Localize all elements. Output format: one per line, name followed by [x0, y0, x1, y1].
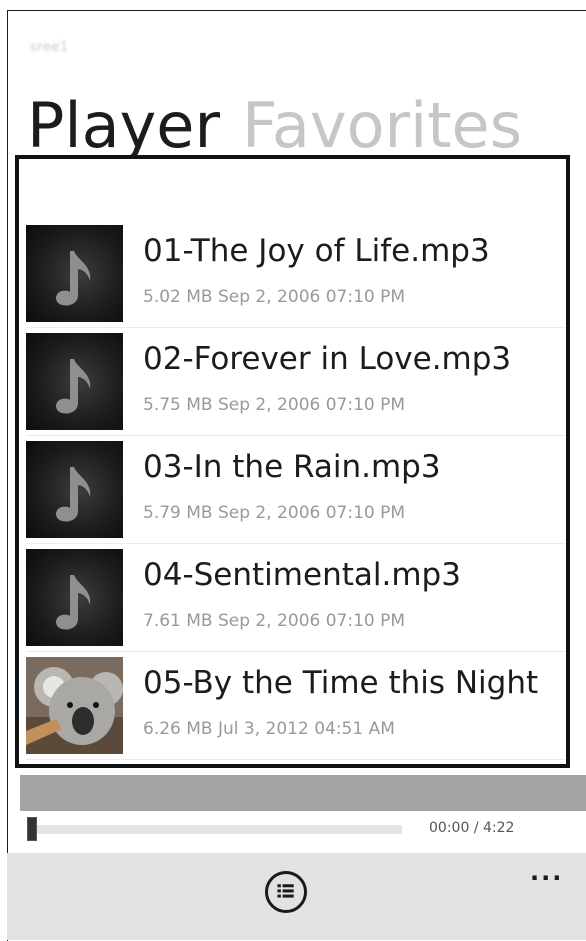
total-time: / 4:22	[473, 820, 515, 836]
song-title: 04-Sentimental.mp3	[143, 557, 461, 593]
seek-bar[interactable]	[27, 825, 402, 834]
song-title: 05-By the Time this Night	[143, 665, 539, 701]
music-note-icon	[26, 441, 123, 538]
song-meta: 5.79 MB Sep 2, 2006 07:10 PM	[143, 503, 406, 523]
song-title: 02-Forever in Love.mp3	[143, 341, 512, 377]
user-name: sree1	[30, 40, 69, 55]
list-item[interactable]: 02-Forever in Love.mp3 5.75 MB Sep 2, 20…	[26, 329, 566, 436]
now-playing-band	[20, 775, 586, 811]
song-meta: 7.61 MB Sep 2, 2006 07:10 PM	[143, 611, 406, 631]
song-list: 01-The Joy of Life.mp3 5.02 MB Sep 2, 20…	[15, 155, 570, 768]
koala-photo	[26, 657, 123, 754]
current-time: 00:00	[429, 820, 470, 836]
pivot-item-player[interactable]: Player	[27, 89, 220, 162]
thumbnail-partial	[26, 765, 123, 768]
list-item[interactable]	[26, 761, 566, 768]
music-note-icon	[26, 225, 123, 322]
list-item[interactable]: 01-The Joy of Life.mp3 5.02 MB Sep 2, 20…	[26, 221, 566, 328]
list-item[interactable]: 05-By the Time this Night 6.26 MB Jul 3,…	[26, 653, 566, 760]
list-item[interactable]: 03-In the Rain.mp3 5.79 MB Sep 2, 2006 0…	[26, 437, 566, 544]
song-title: 03-In the Rain.mp3	[143, 449, 441, 485]
list-item[interactable]: 04-Sentimental.mp3 7.61 MB Sep 2, 2006 0…	[26, 545, 566, 652]
song-meta: 5.75 MB Sep 2, 2006 07:10 PM	[143, 395, 406, 415]
playback-time: 00:00 / 4:22	[429, 820, 514, 836]
music-note-icon	[26, 333, 123, 430]
song-title: 01-The Joy of Life.mp3	[143, 233, 490, 269]
playlist-button[interactable]	[265, 871, 307, 913]
seek-thumb[interactable]	[27, 817, 37, 841]
playlist-icon	[277, 884, 294, 898]
music-note-icon	[26, 549, 123, 646]
pivot-header: Player Favorites	[27, 88, 522, 164]
pivot-item-favorites[interactable]: Favorites	[242, 89, 522, 162]
song-meta: 6.26 MB Jul 3, 2012 04:51 AM	[143, 719, 395, 739]
app-bar: ...	[7, 853, 586, 940]
song-meta: 5.02 MB Sep 2, 2006 07:10 PM	[143, 287, 406, 307]
more-menu-button[interactable]: ...	[530, 858, 563, 886]
